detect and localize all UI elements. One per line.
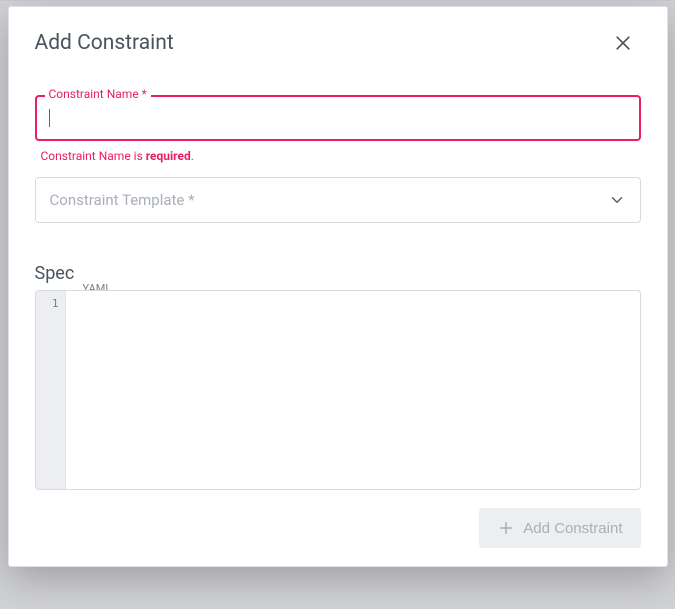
spec-heading: Spec	[35, 263, 641, 284]
modal-overlay: Add Constraint Constraint Name * Constra…	[0, 0, 675, 609]
constraint-name-label: Constraint Name *	[45, 87, 151, 101]
yaml-code[interactable]	[66, 291, 640, 489]
constraint-name-box[interactable]	[35, 95, 641, 141]
constraint-name-field: Constraint Name * Constraint Name is req…	[35, 95, 641, 163]
error-bold: required	[146, 149, 191, 163]
modal-body: Constraint Name * Constraint Name is req…	[9, 67, 667, 490]
chevron-down-icon	[608, 191, 626, 209]
close-button[interactable]	[605, 25, 641, 61]
modal-title: Add Constraint	[35, 31, 174, 55]
gutter-line-1: 1	[36, 297, 59, 310]
close-icon	[613, 33, 633, 53]
add-constraint-button-label: Add Constraint	[523, 520, 622, 537]
constraint-name-input[interactable]	[50, 110, 627, 127]
add-constraint-button[interactable]: Add Constraint	[479, 508, 640, 548]
constraint-name-error: Constraint Name is required.	[41, 149, 639, 163]
add-constraint-modal: Add Constraint Constraint Name * Constra…	[8, 6, 668, 567]
yaml-editor-wrap: YAML 1	[35, 290, 641, 490]
error-suffix: .	[191, 149, 194, 163]
constraint-template-select[interactable]: Constraint Template *	[35, 177, 641, 223]
constraint-template-placeholder: Constraint Template *	[50, 191, 195, 209]
yaml-editor[interactable]: 1	[35, 290, 641, 490]
error-prefix: Constraint Name is	[41, 149, 146, 163]
modal-footer: Add Constraint	[9, 490, 667, 548]
plus-icon	[497, 519, 515, 537]
yaml-gutter: 1	[36, 291, 66, 489]
modal-header: Add Constraint	[9, 7, 667, 67]
